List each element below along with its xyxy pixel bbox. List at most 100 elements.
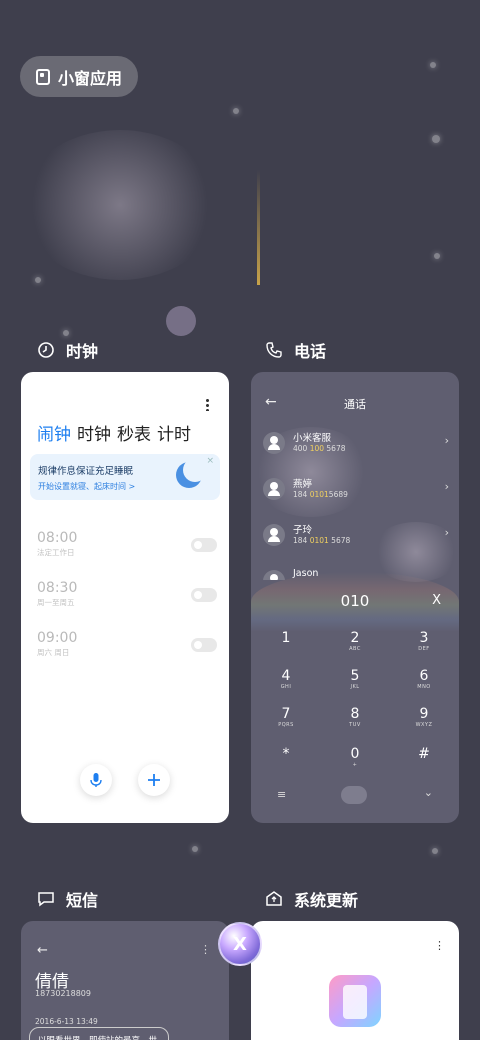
sms-contact-number: 18730218809: [35, 989, 91, 998]
contact-row[interactable]: 小米客服 400 100 5678 ›: [263, 428, 449, 462]
dial-key-digit: 9: [419, 706, 429, 722]
tab-timer[interactable]: 计时: [157, 420, 191, 445]
alarm-toggle[interactable]: [191, 588, 217, 602]
voice-button[interactable]: [80, 764, 112, 796]
app-header-update: 系统更新: [264, 887, 358, 911]
contact-name: 子玲: [293, 525, 313, 536]
clock-tabs: 闹钟 时钟 秒表 计时: [37, 420, 191, 445]
alarm-item[interactable]: 09:00 周六 周日: [37, 630, 217, 658]
avatar: [263, 478, 285, 500]
tab-clock[interactable]: 时钟: [77, 420, 111, 445]
dial-key[interactable]: #: [399, 746, 449, 762]
app-title: 时钟: [66, 342, 99, 361]
dial-key-digit: #: [418, 746, 430, 762]
microphone-icon: [90, 773, 102, 787]
back-arrow-icon[interactable]: ←: [37, 943, 48, 958]
chevron-right-icon[interactable]: ›: [445, 434, 449, 447]
dial-key[interactable]: *: [261, 746, 311, 762]
dial-key-letters: +: [352, 762, 358, 768]
close-button[interactable]: X: [218, 922, 262, 966]
alarm-item[interactable]: 08:30 周一至周五: [37, 580, 217, 608]
dial-key[interactable]: 7 PQRS: [261, 706, 311, 728]
phone-app-window[interactable]: ← 通话 小米客服 400 100 5678 › 燕婷 184 01015689…: [251, 372, 459, 823]
more-options-icon[interactable]: ⋮: [434, 939, 445, 952]
menu-icon[interactable]: ≡: [277, 788, 286, 801]
dial-key[interactable]: 4 GHI: [261, 668, 311, 690]
contact-number: 184 0101 5678: [293, 536, 351, 545]
avatar: [263, 432, 285, 454]
avatar: [263, 524, 285, 546]
alarm-toggle[interactable]: [191, 538, 217, 552]
dial-key-digit: 5: [350, 668, 360, 684]
contact-name: 燕婷: [293, 479, 313, 490]
small-window-apps-button[interactable]: 小窗应用: [20, 56, 138, 97]
clock-icon: [38, 342, 54, 358]
clock-app-window[interactable]: 闹钟 时钟 秒表 计时 规律作息保证充足睡眠 开始设置就寝、起床时间 > × 0…: [21, 372, 229, 823]
more-options-icon[interactable]: ⋮: [200, 943, 211, 956]
phone-title: 通话: [344, 398, 366, 411]
dial-key[interactable]: 6 MNO: [399, 668, 449, 690]
dial-key[interactable]: 2 ABC: [330, 630, 380, 652]
plus-icon: [148, 774, 160, 786]
chevron-right-icon[interactable]: ›: [445, 526, 449, 539]
contact-number: 184 01015689: [293, 490, 348, 499]
dial-key-digit: *: [282, 746, 290, 762]
tab-stopwatch[interactable]: 秒表: [117, 420, 151, 445]
dial-key-digit: 7: [281, 706, 291, 722]
dial-key-digit: 0: [350, 746, 360, 762]
close-icon[interactable]: ×: [206, 456, 214, 466]
dial-key-letters: GHI: [280, 684, 292, 690]
alarm-toggle[interactable]: [191, 638, 217, 652]
message-icon: [38, 892, 54, 907]
dial-key-digit: 3: [419, 630, 429, 646]
dial-key[interactable]: 1: [261, 630, 311, 646]
update-icon: [266, 891, 282, 906]
moon-icon: [176, 458, 207, 488]
system-update-window[interactable]: ⋮: [251, 921, 459, 1040]
delete-icon[interactable]: X: [432, 593, 441, 608]
dial-key-letters: WXYZ: [415, 722, 433, 728]
add-alarm-button[interactable]: [138, 764, 170, 796]
banner-subtitle: 开始设置就寝、起床时间 >: [38, 482, 136, 491]
alarm-time: 09:00: [37, 630, 78, 646]
dial-key[interactable]: 0 +: [330, 746, 380, 768]
sleep-banner[interactable]: 规律作息保证充足睡眠 开始设置就寝、起床时间 > ×: [30, 454, 220, 500]
message-bubble[interactable]: 以眼看世界，即使站的最高，世界: [29, 1027, 169, 1040]
chevron-right-icon[interactable]: ›: [445, 480, 449, 493]
contact-row[interactable]: 燕婷 184 01015689 ›: [263, 474, 449, 508]
miui-logo: [329, 975, 381, 1027]
dial-key[interactable]: 8 TUV: [330, 706, 380, 728]
dial-key-digit: 6: [419, 668, 429, 684]
app-header-phone: 电话: [264, 338, 326, 362]
app-header-clock: 时钟: [36, 338, 98, 362]
alarm-item[interactable]: 08:00 法定工作日: [37, 530, 217, 558]
dial-key-digit: 8: [350, 706, 360, 722]
dial-key-letters: JKL: [350, 684, 360, 690]
chevron-down-icon[interactable]: ⌄: [424, 786, 433, 799]
app-title: 系统更新: [294, 891, 359, 910]
dial-key-letters: PQRS: [278, 722, 294, 728]
dial-input[interactable]: 010: [251, 592, 459, 610]
alarm-time: 08:00: [37, 530, 78, 546]
alarm-time: 08:30: [37, 580, 78, 596]
dial-key-digit: 2: [350, 630, 360, 646]
dial-key-letters: MNO: [417, 684, 431, 690]
contact-row[interactable]: 子玲 184 0101 5678 ›: [263, 520, 449, 554]
more-options-icon[interactable]: [206, 398, 209, 411]
dial-key[interactable]: 3 DEF: [399, 630, 449, 652]
dial-key-letters: TUV: [349, 722, 361, 728]
app-title: 电话: [294, 342, 327, 361]
alarm-days: 周六 周日: [37, 648, 70, 657]
dial-key[interactable]: 9 WXYZ: [399, 706, 449, 728]
dial-key-letters: DEF: [418, 646, 430, 652]
phone-icon: [266, 342, 282, 358]
tab-alarm[interactable]: 闹钟: [37, 420, 71, 445]
contact-number: 400 100 5678: [293, 444, 346, 453]
app-header-sms: 短信: [36, 887, 98, 911]
dial-key-digit: 4: [281, 668, 291, 684]
sms-app-window[interactable]: ← ⋮ 倩倩 18730218809 2016-6-13 13:49 以眼看世界…: [21, 921, 229, 1040]
dial-key[interactable]: 5 JKL: [330, 668, 380, 690]
avatar: [263, 570, 285, 580]
call-button[interactable]: [341, 786, 367, 804]
contact-name: 小米客服: [293, 433, 332, 444]
